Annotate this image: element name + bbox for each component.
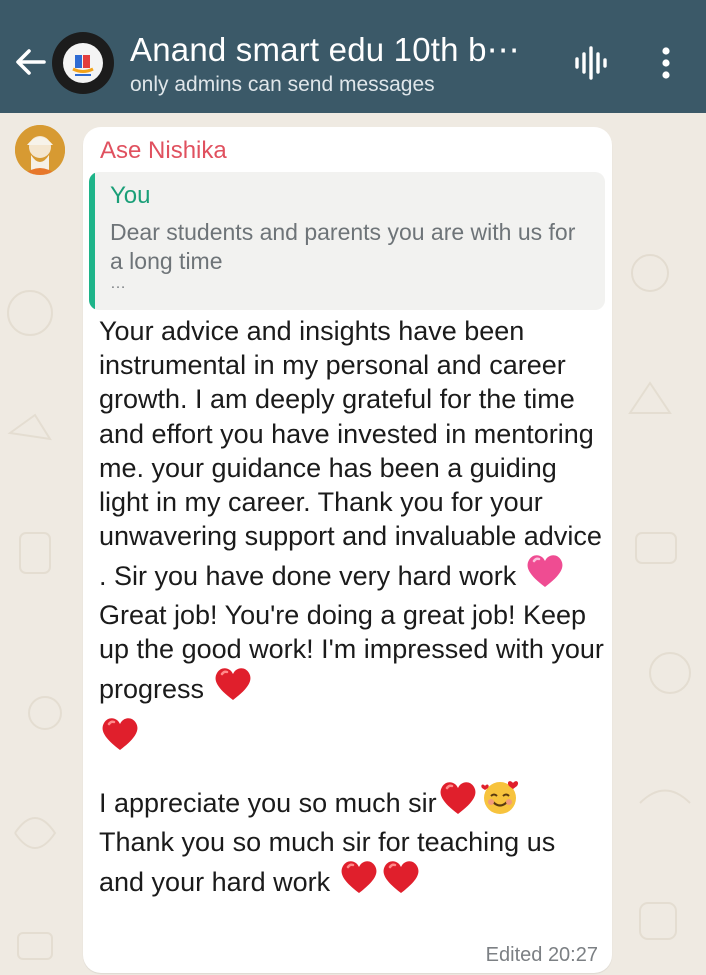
sender-name[interactable]: Ase Nishika bbox=[100, 137, 227, 165]
group-status: only admins can send messages bbox=[130, 73, 435, 96]
more-options-button[interactable] bbox=[650, 43, 682, 83]
group-logo-icon bbox=[63, 43, 103, 83]
voice-waveform-icon bbox=[575, 46, 607, 80]
red-heart-icon bbox=[381, 859, 421, 903]
more-vertical-icon bbox=[662, 47, 670, 79]
back-button[interactable] bbox=[10, 42, 50, 82]
message-edited-time: Edited 20:27 bbox=[485, 944, 598, 966]
voice-call-button[interactable] bbox=[570, 43, 610, 83]
group-avatar[interactable] bbox=[52, 32, 114, 94]
quoted-author: You bbox=[110, 182, 151, 209]
quoted-text: Dear students and parents you are with u… bbox=[110, 219, 576, 274]
message-body-4: Thank you so much sir for teaching us an… bbox=[99, 826, 556, 897]
quote-accent-bar bbox=[89, 172, 95, 310]
red-heart-icon bbox=[100, 716, 140, 760]
message-body-2: Great job! You're doing a great job! Kee… bbox=[99, 599, 604, 705]
message-body-3: I appreciate you so much sir bbox=[99, 788, 437, 819]
sender-avatar[interactable] bbox=[15, 125, 65, 175]
message-text: Your advice and insights have been instr… bbox=[99, 314, 604, 903]
arrow-left-icon bbox=[16, 49, 46, 75]
quoted-message[interactable]: You Dear students and parents you are wi… bbox=[89, 172, 605, 310]
red-heart-icon bbox=[339, 859, 379, 903]
message-body-1: Your advice and insights have been instr… bbox=[99, 316, 602, 592]
chat-header: Anand smart edu 10th b⋯ only admins can … bbox=[0, 0, 706, 113]
profile-picture-icon bbox=[15, 125, 65, 175]
red-heart-icon bbox=[213, 666, 253, 710]
smiling-face-with-hearts-icon bbox=[480, 778, 520, 824]
red-heart-icon bbox=[438, 780, 478, 824]
group-title[interactable]: Anand smart edu 10th b⋯ bbox=[130, 30, 540, 69]
quoted-more: … bbox=[110, 275, 128, 292]
pink-heart-icon bbox=[525, 553, 565, 597]
message-bubble[interactable]: Ase Nishika You Dear students and parent… bbox=[83, 127, 612, 973]
